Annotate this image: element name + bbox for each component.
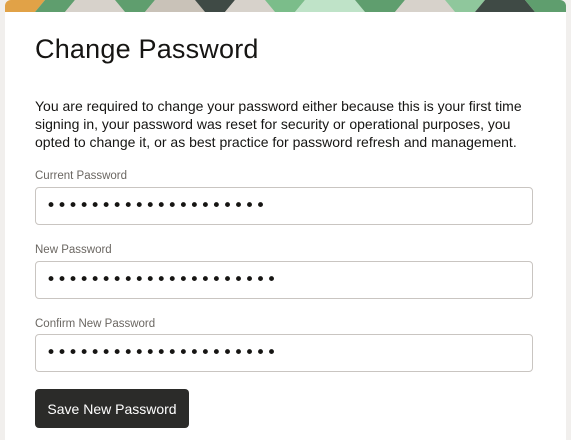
save-new-password-button[interactable]: Save New Password xyxy=(35,389,189,428)
confirm-password-input[interactable] xyxy=(36,335,532,371)
confirm-password-field[interactable] xyxy=(35,334,533,372)
change-password-card: Change Password You are required to chan… xyxy=(5,0,566,440)
current-password-label: Current Password xyxy=(35,170,128,182)
page-title: Change Password xyxy=(35,34,259,64)
new-password-label: New Password xyxy=(35,244,112,256)
current-password-input[interactable] xyxy=(36,188,532,224)
new-password-input[interactable] xyxy=(36,262,532,298)
decorative-banner xyxy=(5,0,566,12)
intro-text: You are required to change your password… xyxy=(35,98,522,150)
current-password-field[interactable] xyxy=(35,187,533,225)
confirm-password-label: Confirm New Password xyxy=(35,318,156,330)
new-password-field[interactable] xyxy=(35,261,533,299)
